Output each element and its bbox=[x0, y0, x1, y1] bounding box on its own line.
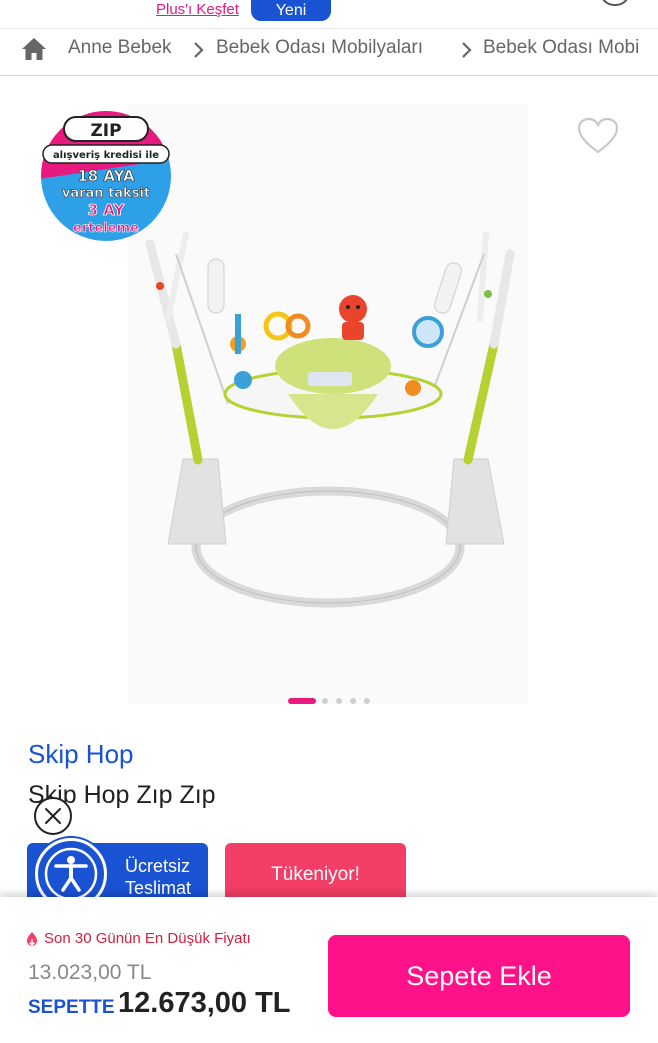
lowest-price-note: Son 30 Günün En Düşük Fiyatı bbox=[44, 930, 251, 947]
zip-line4: 3 AY bbox=[88, 201, 126, 219]
zip-logo-text: ZIP bbox=[90, 121, 121, 141]
close-accessibility-button[interactable] bbox=[34, 797, 72, 835]
close-icon bbox=[45, 808, 61, 824]
new-badge: Yeni bbox=[251, 0, 331, 21]
zip-line2: 18 AYA bbox=[77, 167, 135, 185]
purchase-panel: Son 30 Günün En Düşük Fiyatı 13.023,00 T… bbox=[0, 897, 658, 1043]
plus-discover-link[interactable]: Plus'ı Keşfet bbox=[156, 1, 239, 18]
pagination-dot[interactable] bbox=[336, 698, 342, 704]
baby-jumper-illustration bbox=[145, 231, 515, 608]
heart-outline-icon[interactable] bbox=[577, 117, 619, 155]
product-image[interactable] bbox=[128, 104, 528, 704]
breadcrumb-item-anne-bebek[interactable]: Anne Bebek bbox=[68, 37, 172, 59]
zip-promo-badge[interactable]: ZIP alışveriş kredisi ile 18 AYA varan t… bbox=[39, 109, 173, 243]
top-bar: Plus'ı Keşfet Yeni bbox=[0, 0, 658, 28]
zip-line5: erteleme bbox=[73, 221, 139, 236]
zip-line3: varan taksit bbox=[62, 186, 150, 201]
cart-price: 12.673,00 TL bbox=[118, 987, 291, 1019]
free-shipping-line1: Ücretsiz bbox=[125, 856, 191, 876]
free-shipping-line2: Teslimat bbox=[125, 878, 192, 898]
breadcrumb: Anne Bebek Bebek Odası Mobilyaları Bebek… bbox=[0, 28, 658, 77]
pagination-dot-active[interactable] bbox=[288, 698, 316, 704]
product-brand[interactable]: Skip Hop bbox=[28, 739, 134, 770]
pagination-dot[interactable] bbox=[322, 698, 328, 704]
low-stock-badge: Tükeniyor! bbox=[225, 843, 406, 903]
breadcrumb-item-current[interactable]: Bebek Odası Mobi bbox=[483, 37, 639, 59]
old-price: 13.023,00 TL bbox=[28, 961, 152, 984]
breadcrumb-item-bebek-odasi-mobilyalari[interactable]: Bebek Odası Mobilyaları bbox=[216, 37, 423, 59]
pagination-dot[interactable] bbox=[350, 698, 356, 704]
pagination-dot[interactable] bbox=[364, 698, 370, 704]
home-icon[interactable] bbox=[20, 35, 48, 63]
lowest-price-icon bbox=[27, 932, 37, 947]
cart-price-label: SEPETTE bbox=[28, 997, 115, 1018]
zip-line1: alışveriş kredisi ile bbox=[53, 150, 159, 161]
chevron-right-icon bbox=[462, 42, 472, 58]
add-to-cart-button[interactable]: Sepete Ekle bbox=[328, 935, 630, 1017]
chevron-right-icon bbox=[194, 42, 204, 58]
user-icon[interactable] bbox=[600, 0, 630, 6]
